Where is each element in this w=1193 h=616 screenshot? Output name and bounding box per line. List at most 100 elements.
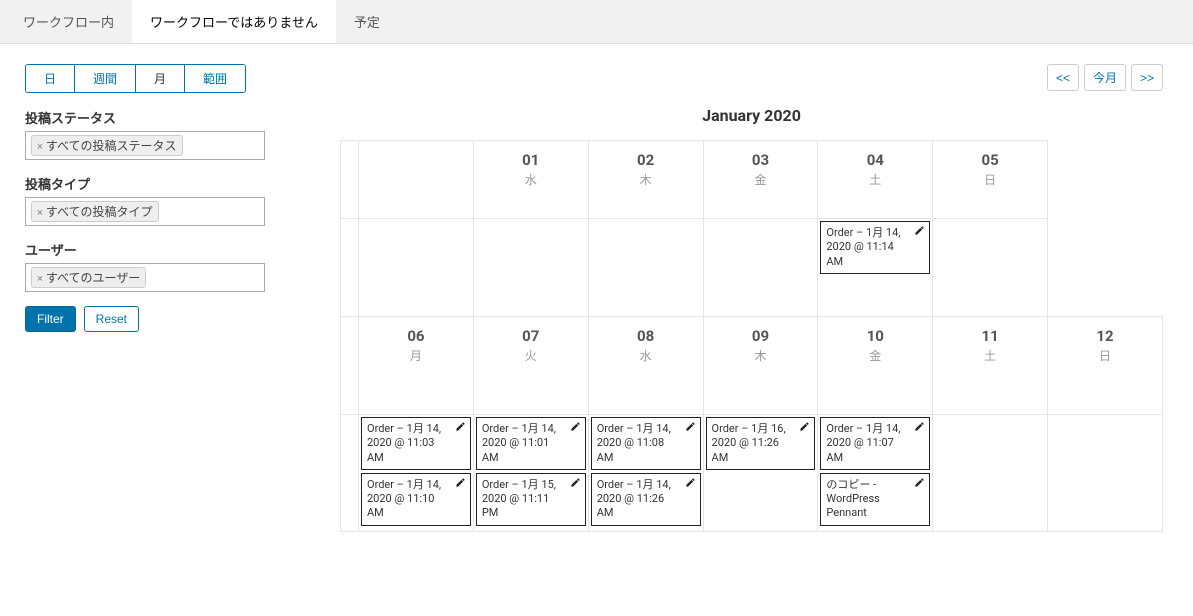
tab-in-workflow[interactable]: ワークフロー内	[5, 0, 132, 43]
calendar-event[interactable]: Order – 1月 14, 2020 @ 11:10 AM	[361, 473, 471, 526]
user-tag[interactable]: ×すべてのユーザー	[31, 267, 146, 288]
day-cell[interactable]: 01 水	[473, 141, 588, 219]
calendar-event[interactable]: のコピー - WordPress Pennant	[820, 473, 930, 526]
event-title: Order – 1月 14, 2020 @ 11:10 AM	[367, 478, 465, 521]
calendar-event[interactable]: Order – 1月 14, 2020 @ 11:26 AM	[591, 473, 701, 526]
day-cell[interactable]: 09 木	[703, 317, 818, 415]
view-day[interactable]: 日	[26, 65, 75, 92]
day-events-cell[interactable]	[473, 219, 588, 317]
calendar-event[interactable]: Order – 1月 15, 2020 @ 11:11 PM	[476, 473, 586, 526]
day-events-cell[interactable]: Order – 1月 14, 2020 @ 11:01 AM Order – 1月…	[473, 415, 588, 532]
day-events-cell[interactable]: Order – 1月 14, 2020 @ 11:03 AM Order – 1月…	[359, 415, 474, 532]
day-cell[interactable]: 08水	[588, 317, 703, 415]
calendar-event[interactable]: Order – 1月 14, 2020 @ 11:01 AM	[476, 417, 586, 470]
day-cell[interactable]: 07火	[473, 317, 588, 415]
remove-tag-icon[interactable]: ×	[37, 272, 43, 285]
day-number: 03	[704, 151, 818, 169]
day-weekday: 金	[818, 347, 932, 364]
status-label: 投稿ステータス	[25, 108, 320, 127]
status-filter[interactable]: ×すべての投稿ステータス	[25, 131, 265, 160]
day-cell[interactable]: 04 土	[818, 141, 933, 219]
prev-button[interactable]: <<	[1047, 64, 1079, 91]
day-events-cell[interactable]	[933, 219, 1048, 317]
edit-icon[interactable]	[914, 421, 925, 432]
tab-bar: ワークフロー内 ワークフローではありません 予定	[0, 0, 1193, 44]
event-title: Order – 1月 16, 2020 @ 11:26 AM	[712, 422, 810, 465]
day-number: 04	[818, 151, 932, 169]
calendar-grid: 01水02木03金04土05日 Order – 1月 14, 2020 @ 11…	[340, 140, 1163, 532]
type-tag[interactable]: ×すべての投稿タイプ	[31, 201, 159, 222]
edit-icon[interactable]	[914, 477, 925, 488]
calendar-title: January 2020	[340, 106, 1163, 125]
edit-icon[interactable]	[570, 477, 581, 488]
event-title: Order – 1月 15, 2020 @ 11:11 PM	[482, 478, 580, 521]
calendar-event[interactable]: Order – 1月 14, 2020 @ 11:03 AM	[361, 417, 471, 470]
day-number: 05	[933, 151, 1047, 169]
day-events-cell[interactable]	[703, 219, 818, 317]
day-events-cell[interactable]: Order – 1月 14, 2020 @ 11:14 AM	[818, 219, 933, 317]
day-weekday: 火	[474, 347, 588, 364]
type-label: 投稿タイプ	[25, 174, 320, 193]
event-title: Order – 1月 14, 2020 @ 11:08 AM	[597, 422, 695, 465]
event-title: Order – 1月 14, 2020 @ 11:14 AM	[826, 226, 924, 269]
calendar-event[interactable]: Order – 1月 14, 2020 @ 11:07 AM	[820, 417, 930, 470]
day-cell[interactable]: 05 日	[933, 141, 1048, 219]
view-week[interactable]: 週間	[75, 65, 136, 92]
day-events-cell[interactable]: Order – 1月 16, 2020 @ 11:26 AM	[703, 415, 818, 532]
reset-button[interactable]: Reset	[84, 306, 139, 332]
edit-icon[interactable]	[455, 421, 466, 432]
day-number: 12	[1048, 327, 1162, 345]
day-cell[interactable]: 12日	[1048, 317, 1163, 415]
remove-tag-icon[interactable]: ×	[37, 140, 43, 153]
edit-icon[interactable]	[570, 421, 581, 432]
event-title: Order – 1月 14, 2020 @ 11:26 AM	[597, 478, 695, 521]
day-number: 06	[359, 327, 473, 345]
user-label: ユーザー	[25, 240, 320, 259]
calendar: << 今月 >> January 2020 01水02木03金04土05日 Or…	[340, 64, 1183, 532]
day-events-cell[interactable]	[1048, 415, 1163, 532]
filter-button[interactable]: Filter	[25, 306, 76, 332]
edit-icon[interactable]	[685, 421, 696, 432]
edit-icon[interactable]	[914, 225, 925, 236]
day-cell[interactable]: 10 金	[818, 317, 933, 415]
user-filter[interactable]: ×すべてのユーザー	[25, 263, 265, 292]
day-weekday: 土	[818, 171, 932, 188]
day-number: 09	[704, 327, 818, 345]
day-events-cell[interactable]: Order – 1月 14, 2020 @ 11:08 AM Order – 1月…	[588, 415, 703, 532]
status-tag[interactable]: ×すべての投稿ステータス	[31, 135, 183, 156]
day-weekday: 日	[933, 171, 1047, 188]
day-events-cell[interactable]	[933, 415, 1048, 532]
edit-icon[interactable]	[799, 421, 810, 432]
day-number: 02	[589, 151, 703, 169]
event-title: Order – 1月 14, 2020 @ 11:01 AM	[482, 422, 580, 465]
today-button[interactable]: 今月	[1084, 64, 1126, 91]
remove-tag-icon[interactable]: ×	[37, 206, 43, 219]
view-month[interactable]: 月	[136, 65, 185, 92]
day-number: 11	[933, 327, 1047, 345]
day-weekday: 水	[474, 171, 588, 188]
day-number: 01	[474, 151, 588, 169]
day-number: 08	[589, 327, 703, 345]
day-cell[interactable]: 06月	[359, 317, 474, 415]
edit-icon[interactable]	[455, 477, 466, 488]
day-events-cell[interactable]	[588, 219, 703, 317]
event-title: のコピー - WordPress Pennant	[826, 478, 924, 521]
day-number: 10	[818, 327, 932, 345]
day-weekday: 金	[704, 171, 818, 188]
filter-sidebar: 日 週間 月 範囲 投稿ステータス ×すべての投稿ステータス 投稿タイプ ×すべ…	[10, 64, 320, 532]
calendar-event[interactable]: Order – 1月 16, 2020 @ 11:26 AM	[706, 417, 816, 470]
tab-not-workflow[interactable]: ワークフローではありません	[132, 0, 336, 43]
calendar-event[interactable]: Order – 1月 14, 2020 @ 11:14 AM	[820, 221, 930, 274]
calendar-event[interactable]: Order – 1月 14, 2020 @ 11:08 AM	[591, 417, 701, 470]
type-filter[interactable]: ×すべての投稿タイプ	[25, 197, 265, 226]
day-cell[interactable]: 11 土	[933, 317, 1048, 415]
day-weekday: 土	[933, 347, 1047, 364]
day-weekday: 木	[704, 347, 818, 364]
tab-scheduled[interactable]: 予定	[336, 0, 398, 43]
edit-icon[interactable]	[685, 477, 696, 488]
next-button[interactable]: >>	[1131, 64, 1163, 91]
day-cell[interactable]: 02木	[588, 141, 703, 219]
day-events-cell[interactable]: Order – 1月 14, 2020 @ 11:07 AM のコピー - Wor…	[818, 415, 933, 532]
day-cell[interactable]: 03 金	[703, 141, 818, 219]
view-range[interactable]: 範囲	[185, 65, 245, 92]
